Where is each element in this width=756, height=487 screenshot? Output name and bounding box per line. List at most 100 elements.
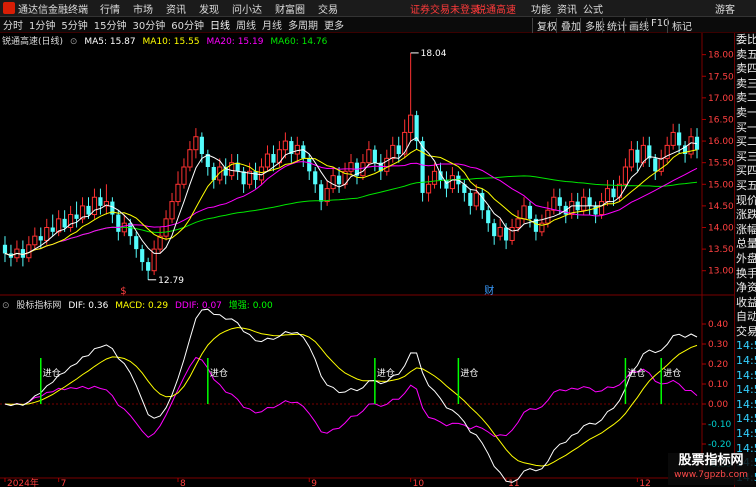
quote-row-5: 卖一 [736, 105, 756, 119]
quote-row-21: 14:5 [736, 339, 756, 353]
macd-tick-label: -0.10 [708, 420, 732, 430]
date-tick-label: 12 [639, 479, 650, 487]
ma5-value: MA5: 15.87 [84, 37, 136, 47]
high-label: 18.04 [421, 49, 447, 59]
quote-row-14: 总量 [736, 237, 756, 251]
candle-body-down [146, 262, 151, 271]
candle-body-up [163, 218, 169, 237]
candle-body-up [56, 218, 62, 233]
stock-name: 锐通高速(日线) [2, 37, 64, 47]
quote-row-8: 买三 [736, 149, 756, 163]
candle-body-down [253, 171, 258, 180]
event-marker: $ [120, 286, 126, 297]
quote-row-26: 14:5 [736, 412, 756, 426]
watermark-title: 股票指标网 [678, 453, 744, 468]
buy-signal-label: 进仓 [663, 367, 681, 379]
candle-body-up [515, 218, 521, 229]
candle-body-down [2, 244, 8, 254]
candle-body-down [301, 145, 306, 159]
date-tick-label: 11 [508, 479, 519, 487]
event-marker: 财 [484, 284, 494, 297]
macd-tick-label: -0.20 [708, 440, 732, 450]
candle-body-up [598, 201, 605, 216]
settings-icon[interactable]: ⊙ [70, 37, 78, 47]
quote-row-13: 涨幅 [736, 222, 756, 236]
macd-tick-label: 0.10 [708, 380, 728, 390]
candle-body-up [32, 235, 38, 246]
candle-body-down [20, 249, 25, 258]
candle-body-down [468, 192, 473, 206]
buy-signal-label: 进仓 [460, 367, 478, 379]
macd-tick-label: 0.40 [708, 320, 728, 330]
candle-body-down [241, 171, 246, 185]
watermark-url: www.7gpzb.com [674, 470, 748, 480]
quote-row-16: 换手 [736, 266, 756, 280]
candle-body-up [497, 227, 503, 237]
date-tick-label: 10 [413, 479, 425, 487]
candle-body-down [134, 236, 139, 250]
candle-body-up [670, 131, 676, 146]
buy-signal-label: 进仓 [627, 367, 645, 379]
quote-row-20: 交易 [736, 324, 756, 338]
candle-body-up [348, 162, 354, 172]
quote-row-27: 14:5 [736, 427, 756, 441]
candle-body-down [140, 249, 145, 263]
price-tick-label: 15.50 [708, 159, 734, 169]
quote-row-18: 收益 [736, 295, 756, 309]
candle-body-up [425, 183, 432, 194]
price-tick-label: 18.00 [708, 51, 734, 61]
candle-body-up [628, 149, 634, 168]
candle-body-up [545, 209, 551, 224]
zq-value: 增强: 0.00 [228, 301, 273, 311]
price-tick-label: 16.00 [708, 137, 734, 147]
quote-row-11: 现价 [736, 193, 756, 207]
candle-body-up [581, 196, 587, 211]
quote-row-22: 14:5 [736, 354, 756, 368]
candle-body-up [187, 149, 193, 168]
candle-body-up [604, 188, 611, 203]
candle-body-up [473, 192, 479, 207]
candle-body-up [169, 201, 175, 220]
candle-body-down [98, 197, 103, 206]
quote-row-4: 卖二 [736, 91, 756, 105]
candle-body-up [402, 131, 408, 155]
candle-body-up [181, 166, 187, 185]
candle-body-up [282, 140, 288, 151]
quote-row-7: 买二 [736, 135, 756, 149]
low-label: 12.79 [158, 276, 184, 286]
quote-row-6: 买一 [736, 120, 756, 134]
candle-body-down [372, 149, 377, 163]
price-tick-label: 14.50 [708, 202, 734, 212]
candle-body-up [193, 136, 199, 151]
candle-body-down [527, 205, 533, 219]
date-tick-label: 8 [180, 479, 186, 487]
indicator-icon[interactable]: ⊙ [2, 301, 10, 311]
candle-body-down [557, 197, 562, 206]
date-tick-label: 2024年 [7, 477, 39, 487]
buy-signal-label: 进仓 [43, 367, 61, 379]
ddif-value: DDIF: 0.07 [174, 301, 222, 311]
quote-row-23: 14:5 [736, 368, 756, 382]
macd-value: MACD: 0.29 [115, 301, 169, 311]
macd-tick-label: 0.00 [708, 400, 728, 410]
candle-body-down [313, 171, 318, 185]
candle-body-up [521, 205, 527, 220]
quote-row-0: 委比 [736, 33, 756, 46]
candle-body-up [324, 188, 330, 203]
quote-row-15: 外盘 [736, 251, 756, 265]
quote-panel: 委比 卖五 卖四 卖三 卖二 卖一 买一 买二 买三 买四 买五 现价 涨跌 涨幅 总量 外盘 换手 净资 收益 自动… [734, 33, 756, 487]
candle-body-up [509, 227, 515, 241]
chart-area[interactable]: 18.00 17.50 17.00 16.50 16.00 15.50 15.00 14.50… [0, 0, 756, 487]
price-tick-label: 17.00 [708, 94, 734, 104]
watermark: 股票指标网 www.7gpzb.com [668, 453, 754, 485]
candle-body-down [504, 227, 509, 241]
quote-row-17: 净资 [736, 281, 756, 295]
price-tick-label: 13.50 [708, 245, 734, 255]
quote-row-24: 14:5 [736, 383, 756, 397]
candle-body-down [319, 184, 324, 202]
candle-body-down [86, 205, 91, 215]
dif-line [4, 308, 698, 483]
candle-body-up [175, 183, 181, 203]
sub-legend: ⊙ 股标指标网 DIF: 0.36 MACD: 0.29 DDIF: 0.07 … [2, 298, 277, 311]
price-tick-label: 16.50 [708, 115, 734, 125]
